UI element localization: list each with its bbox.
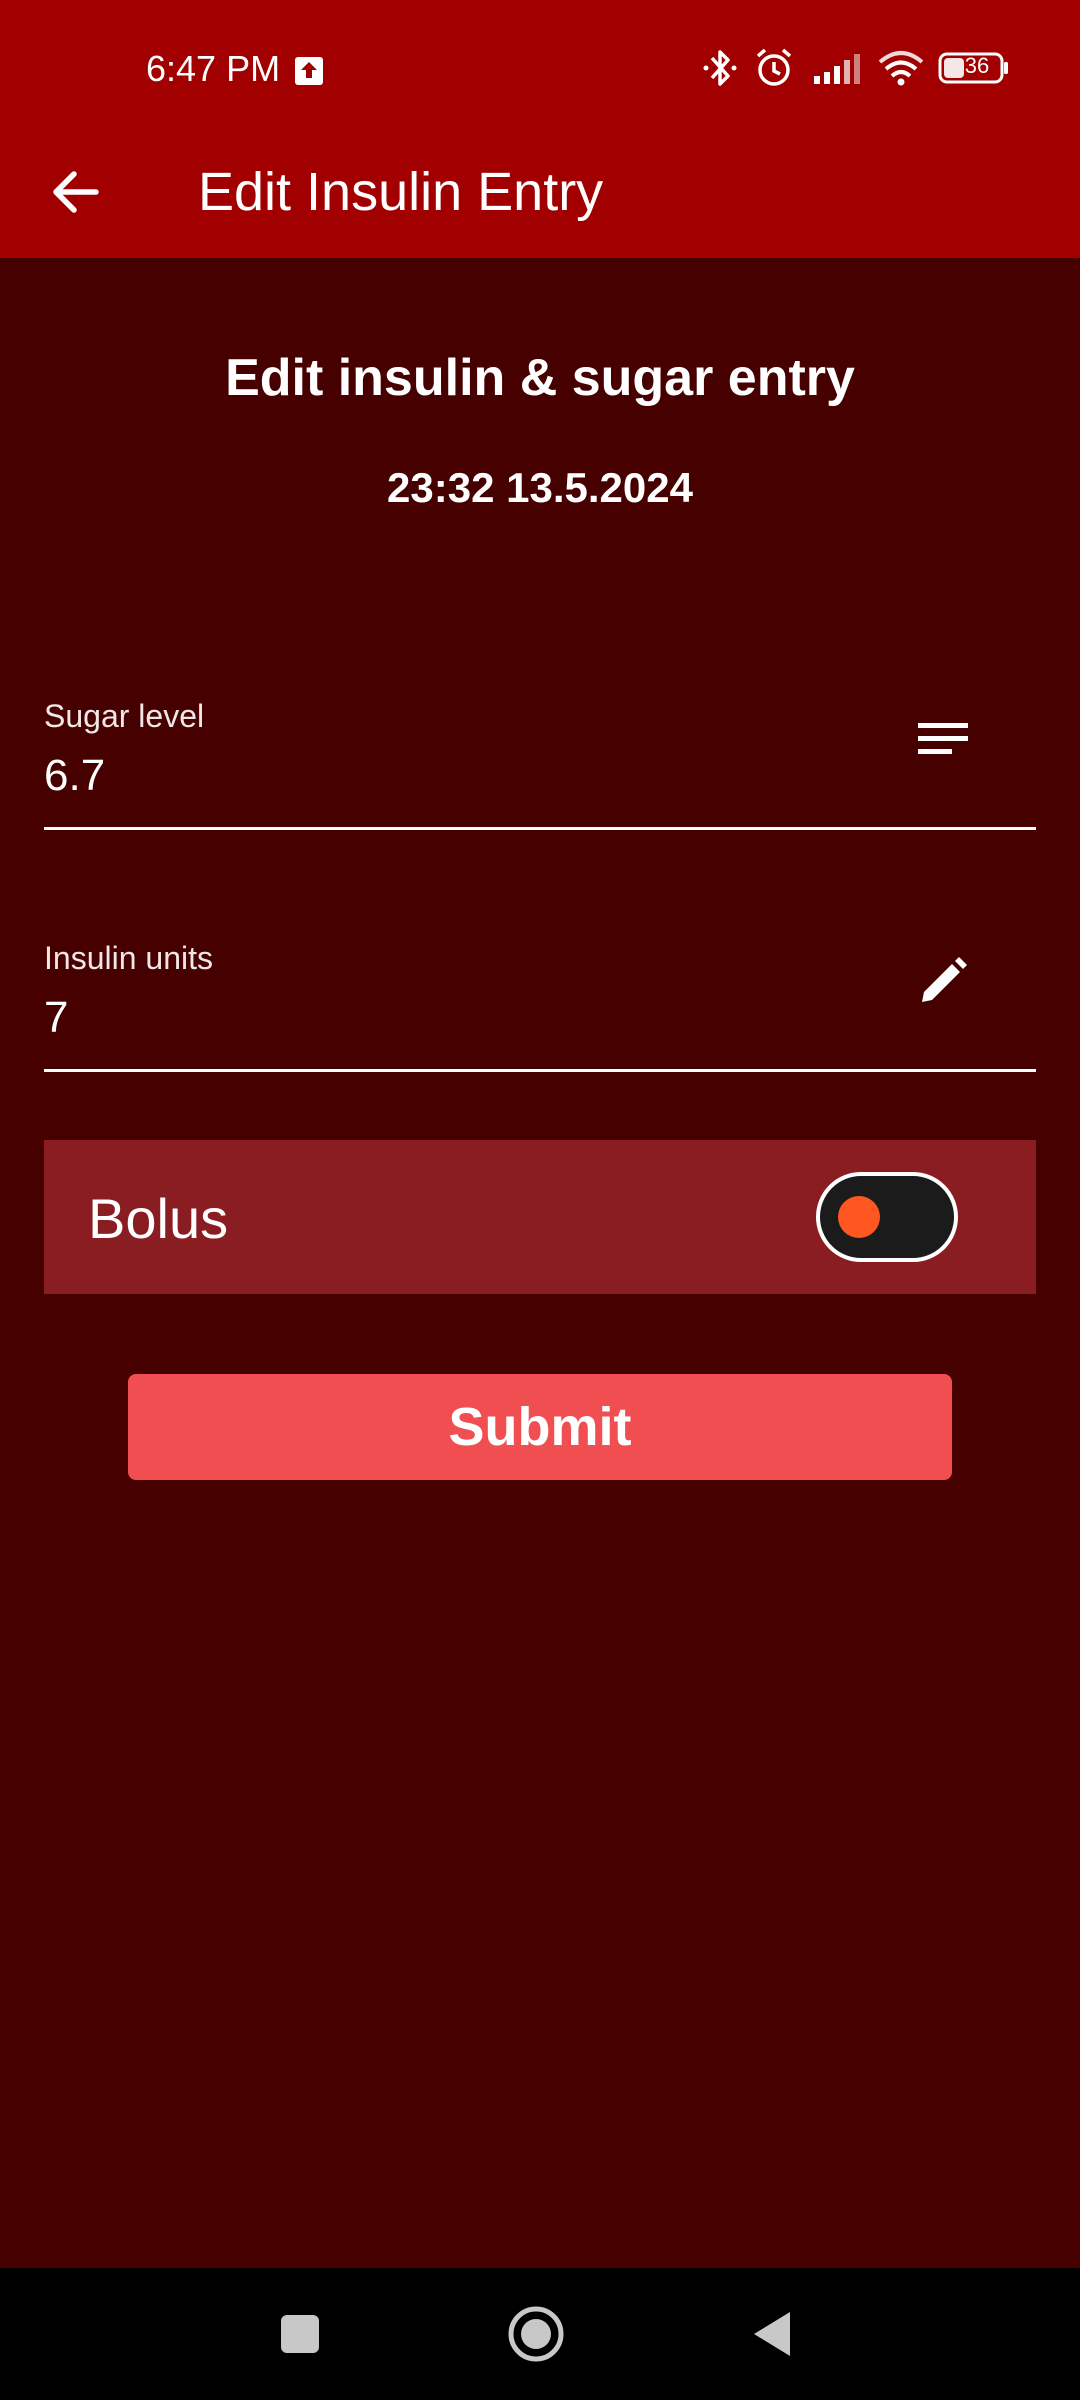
status-icons: 36 <box>700 46 1040 94</box>
bolus-toggle[interactable] <box>816 1172 958 1262</box>
recents-square-icon <box>281 2315 319 2353</box>
sugar-level-field[interactable]: Sugar level <box>44 698 1036 830</box>
back-triangle-icon <box>754 2312 790 2356</box>
status-bar: 6:47 PM 36 <box>0 0 1080 140</box>
bolus-row: Bolus <box>44 1140 1036 1294</box>
bluetooth-icon <box>703 50 737 86</box>
back-nav-button[interactable] <box>732 2294 812 2374</box>
arrow-back-icon <box>53 171 99 213</box>
bolus-label: Bolus <box>88 1187 229 1250</box>
sugar-level-underline <box>44 827 1036 830</box>
back-button[interactable] <box>40 156 112 228</box>
insulin-units-label: Insulin units <box>44 940 213 976</box>
status-time: 6:47 PM <box>146 48 281 89</box>
toggle-knob <box>838 1196 880 1238</box>
app-title: Edit Insulin Entry <box>198 162 604 222</box>
pencil-icon[interactable] <box>908 946 978 1016</box>
signal-icon <box>814 54 860 84</box>
battery-level: 36 <box>964 53 990 78</box>
upload-icon <box>294 56 324 86</box>
insulin-units-field[interactable]: Insulin units <box>44 940 1036 1072</box>
page-heading: Edit insulin & sugar entry <box>225 349 855 407</box>
nav-bar <box>0 2268 1080 2400</box>
submit-button[interactable]: Submit <box>128 1374 952 1480</box>
wifi-icon <box>878 51 924 86</box>
list-icon[interactable] <box>908 704 978 774</box>
alarm-icon <box>756 48 792 86</box>
home-button[interactable] <box>496 2294 576 2374</box>
home-circle-icon <box>508 2306 564 2362</box>
recents-button[interactable] <box>260 2294 340 2374</box>
entry-datetime[interactable]: 23:32 13.5.2024 <box>0 464 1080 512</box>
sugar-level-label: Sugar level <box>44 698 205 734</box>
screen: 6:47 PM 36 Edit Insulin Entry Edit insul… <box>0 0 1080 2400</box>
sugar-level-input[interactable] <box>44 748 844 804</box>
app-bar: Edit Insulin Entry <box>0 140 1080 258</box>
insulin-units-input[interactable] <box>44 990 844 1046</box>
insulin-units-underline <box>44 1069 1036 1072</box>
